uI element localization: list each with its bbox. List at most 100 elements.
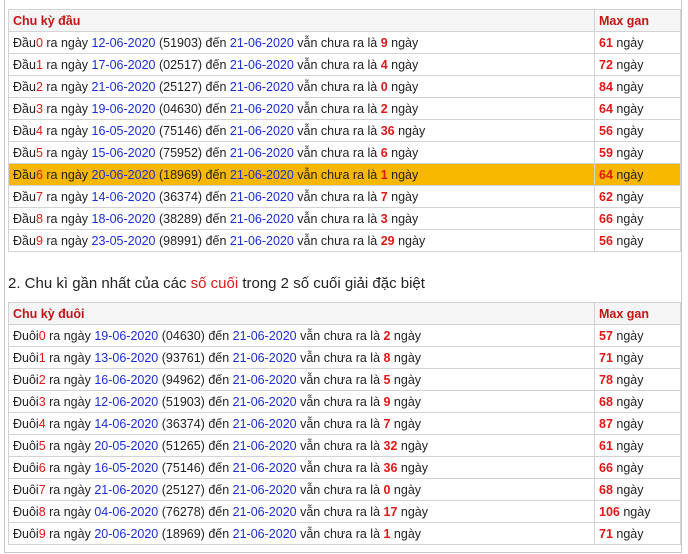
max-gan-cell: 66 ngày (594, 207, 681, 230)
result-code: (51903) (158, 35, 203, 50)
table-header-row: Chu kỳ đầu Max gan (8, 9, 681, 32)
den-text: đến (204, 482, 233, 497)
digit: 5 (38, 438, 46, 453)
count: 4 (380, 57, 388, 72)
ngay-text: ngày (612, 328, 644, 343)
max-gan-cell: 72 ngày (594, 53, 681, 76)
ra-ngay-text: ra ngày (45, 438, 95, 453)
cycle-cell: Đầu4 ra ngày 16-05-2020 (75146) đến 21-0… (8, 119, 595, 142)
van-chua-text: vẫn chưa ra là (296, 350, 384, 365)
max-gan-value: 106 (599, 504, 620, 519)
result-code: (75146) (161, 460, 205, 475)
heading-highlight-link[interactable]: số cuối (191, 275, 239, 292)
cycle-cell: Đầu9 ra ngày 23-05-2020 (98991) đến 21-0… (8, 229, 595, 252)
start-date: 19-06-2020 (94, 328, 159, 343)
ra-ngay-text: ra ngày (45, 504, 95, 519)
cycle-cell: Đuôi6 ra ngày 16-05-2020 (75146) đến 21-… (8, 456, 595, 479)
result-code: (04630) (161, 328, 205, 343)
count: 3 (380, 211, 388, 226)
digit: 7 (38, 482, 46, 497)
ngay-text: ngày (612, 233, 644, 248)
start-date: 13-06-2020 (94, 350, 159, 365)
ra-ngay-text: ra ngày (42, 233, 92, 248)
row-label: Đuôi (13, 504, 39, 519)
count: 29 (380, 233, 395, 248)
max-gan-value: 56 (599, 233, 613, 248)
ngay-text: ngày (619, 504, 651, 519)
digit: 8 (38, 504, 46, 519)
ngay-text: ngày (612, 189, 644, 204)
den-text: đến (204, 372, 233, 387)
cycle-cell: Đuôi0 ra ngày 19-06-2020 (04630) đến 21-… (8, 324, 595, 347)
den-text: đến (204, 328, 233, 343)
max-gan-cell: 68 ngày (594, 390, 681, 413)
result-code: (51903) (161, 394, 205, 409)
max-gan-value: 57 (599, 328, 613, 343)
van-chua-text: vẫn chưa ra là (296, 504, 384, 519)
cycle-cell: Đuôi4 ra ngày 14-06-2020 (36374) đến 21-… (8, 412, 595, 435)
digit: 2 (35, 79, 43, 94)
start-date: 20-06-2020 (94, 526, 159, 541)
ra-ngay-text: ra ngày (45, 482, 95, 497)
start-date: 17-06-2020 (91, 57, 156, 72)
table-row: Đuôi0 ra ngày 19-06-2020 (04630) đến 21-… (8, 324, 681, 347)
heading-prefix: 2. Chu kì gần nhất của các (8, 275, 191, 292)
end-date: 21-06-2020 (232, 438, 297, 453)
row-label: Đuôi (13, 482, 39, 497)
max-gan-value: 61 (599, 35, 613, 50)
max-gan-cell: 64 ngày (594, 163, 681, 186)
max-gan-value: 59 (599, 145, 613, 160)
cycle-cell: Đuôi1 ra ngày 13-06-2020 (93761) đến 21-… (8, 346, 595, 369)
end-date: 21-06-2020 (232, 482, 297, 497)
ngay-text: ngày (612, 167, 644, 182)
start-date: 12-06-2020 (94, 394, 159, 409)
ra-ngay-text: ra ngày (42, 35, 92, 50)
den-text: đến (204, 504, 233, 519)
table-row: Đầu8 ra ngày 18-06-2020 (38289) đến 21-0… (8, 207, 681, 230)
end-date: 21-06-2020 (229, 35, 294, 50)
cycle-cell: Đầu8 ra ngày 18-06-2020 (38289) đến 21-0… (8, 207, 595, 230)
start-date: 15-06-2020 (91, 145, 156, 160)
max-gan-value: 71 (599, 350, 613, 365)
row-label: Đầu (13, 79, 36, 94)
ra-ngay-text: ra ngày (42, 189, 92, 204)
result-code: (93761) (161, 350, 205, 365)
start-date: 21-06-2020 (94, 482, 159, 497)
end-date: 21-06-2020 (229, 233, 294, 248)
max-gan-cell: 106 ngày (594, 500, 681, 523)
count: 32 (383, 438, 398, 453)
max-gan-cell: 78 ngày (594, 368, 681, 391)
result-code: (04630) (158, 101, 203, 116)
den-text: đến (202, 189, 230, 204)
ngay-text: ngày (387, 167, 419, 182)
count: 17 (383, 504, 398, 519)
digit: 9 (35, 233, 43, 248)
ra-ngay-text: ra ngày (42, 123, 92, 138)
end-date: 21-06-2020 (229, 79, 294, 94)
digit: 6 (38, 460, 46, 475)
end-date: 21-06-2020 (232, 504, 297, 519)
table-row: Đầu2 ra ngày 21-06-2020 (25127) đến 21-0… (8, 75, 681, 98)
start-date: 14-06-2020 (94, 416, 159, 431)
van-chua-text: vẫn chưa ra là (293, 145, 381, 160)
max-gan-value: 68 (599, 394, 613, 409)
result-code: (51265) (161, 438, 205, 453)
ra-ngay-text: ra ngày (45, 328, 95, 343)
result-code: (25127) (161, 482, 205, 497)
max-gan-cell: 61 ngày (594, 31, 681, 54)
van-chua-text: vẫn chưa ra là (293, 211, 381, 226)
table-row: Đuôi6 ra ngày 16-05-2020 (75146) đến 21-… (8, 456, 681, 479)
cycle-cell: Đuôi3 ra ngày 12-06-2020 (51903) đến 21-… (8, 390, 595, 413)
table-row: Đầu1 ra ngày 17-06-2020 (02517) đến 21-0… (8, 53, 681, 76)
table-row: Đuôi1 ra ngày 13-06-2020 (93761) đến 21-… (8, 346, 681, 369)
table-row: Đuôi2 ra ngày 16-06-2020 (94962) đến 21-… (8, 368, 681, 391)
row-label: Đầu (13, 189, 36, 204)
max-gan-value: 78 (599, 372, 613, 387)
max-gan-cell: 61 ngày (594, 434, 681, 457)
end-date: 21-06-2020 (229, 101, 294, 116)
ra-ngay-text: ra ngày (42, 167, 92, 182)
ngay-text: ngày (387, 79, 419, 94)
heading-suffix: trong 2 số cuối giải đặc biệt (238, 275, 425, 292)
max-gan-value: 72 (599, 57, 613, 72)
count: 6 (380, 145, 388, 160)
